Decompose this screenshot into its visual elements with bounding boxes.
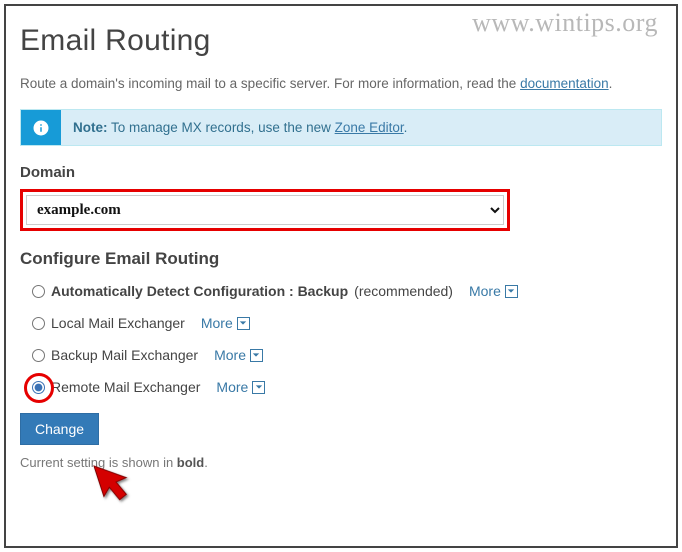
domain-label: Domain — [20, 164, 662, 181]
current-setting-hint: Current setting is shown in bold. — [20, 455, 662, 470]
label-local: Local Mail Exchanger — [51, 315, 185, 331]
page-title: Email Routing — [20, 24, 662, 58]
page-frame: www.wintips.org Email Routing Route a do… — [4, 4, 678, 548]
domain-select[interactable]: example.com — [26, 195, 504, 225]
more-auto[interactable]: More — [469, 283, 518, 299]
option-auto-detect[interactable]: Automatically Detect Configuration : Bac… — [32, 283, 662, 299]
radio-remote-highlight — [32, 381, 45, 394]
option-backup[interactable]: Backup Mail Exchanger More — [32, 347, 662, 363]
note-label: Note: — [73, 120, 108, 135]
option-remote[interactable]: Remote Mail Exchanger More — [32, 379, 662, 395]
documentation-link[interactable]: documentation — [520, 76, 609, 91]
more-remote[interactable]: More — [216, 379, 265, 395]
chevron-down-icon — [252, 381, 265, 394]
alert-suffix: . — [404, 120, 408, 135]
radio-local[interactable] — [32, 317, 45, 330]
label-auto-rec: (recommended) — [354, 283, 453, 299]
chevron-down-icon — [250, 349, 263, 362]
hint-prefix: Current setting is shown in — [20, 455, 177, 470]
hint-bold: bold — [177, 455, 204, 470]
more-label: More — [469, 283, 501, 299]
hint-suffix: . — [204, 455, 208, 470]
chevron-down-icon — [505, 285, 518, 298]
info-icon — [21, 110, 61, 145]
alert-body: Note: To manage MX records, use the new … — [61, 110, 661, 145]
zone-editor-link[interactable]: Zone Editor — [335, 120, 404, 135]
routing-options: Automatically Detect Configuration : Bac… — [20, 283, 662, 470]
intro-prefix: Route a domain's incoming mail to a spec… — [20, 76, 520, 91]
radio-auto[interactable] — [32, 285, 45, 298]
more-label: More — [216, 379, 248, 395]
info-alert: Note: To manage MX records, use the new … — [20, 109, 662, 146]
radio-remote[interactable] — [32, 381, 45, 394]
more-label: More — [214, 347, 246, 363]
annotation-cursor-icon — [88, 464, 138, 524]
intro-suffix: . — [609, 76, 613, 91]
configure-heading: Configure Email Routing — [20, 249, 662, 269]
intro-text: Route a domain's incoming mail to a spec… — [20, 76, 662, 91]
more-local[interactable]: More — [201, 315, 250, 331]
domain-select-highlight: example.com — [20, 189, 510, 231]
chevron-down-icon — [237, 317, 250, 330]
more-backup[interactable]: More — [214, 347, 263, 363]
alert-prefix: To manage MX records, use the new — [108, 120, 335, 135]
radio-backup[interactable] — [32, 349, 45, 362]
more-label: More — [201, 315, 233, 331]
option-local[interactable]: Local Mail Exchanger More — [32, 315, 662, 331]
label-remote: Remote Mail Exchanger — [51, 379, 200, 395]
label-backup: Backup Mail Exchanger — [51, 347, 198, 363]
change-button[interactable]: Change — [20, 413, 99, 445]
label-auto: Automatically Detect Configuration : Bac… — [51, 283, 348, 299]
